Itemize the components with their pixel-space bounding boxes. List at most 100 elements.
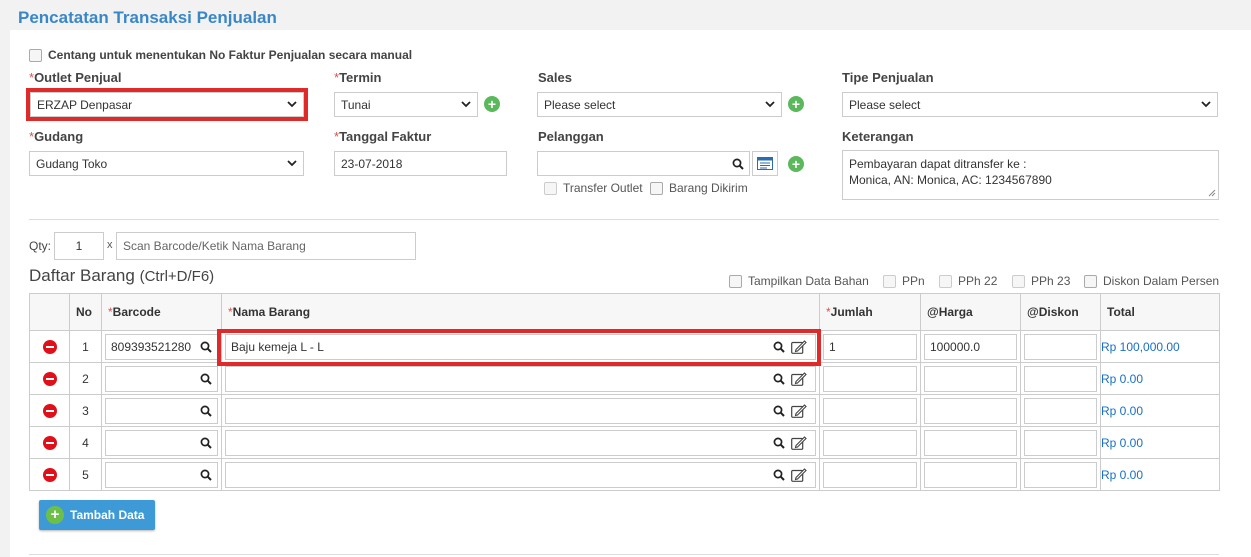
delete-cell bbox=[29, 426, 70, 459]
search-icon[interactable] bbox=[200, 437, 212, 449]
remove-row-icon[interactable] bbox=[42, 435, 57, 450]
outlet-select[interactable]: ERZAP Denpasar bbox=[30, 92, 304, 117]
diskon-cell bbox=[1020, 458, 1101, 491]
nama-barang-input[interactable] bbox=[225, 461, 816, 488]
jumlah-input[interactable] bbox=[823, 461, 917, 488]
show-bahan-row[interactable]: Tampilkan Data Bahan bbox=[729, 274, 869, 288]
sales-select[interactable]: Please select bbox=[537, 92, 782, 117]
barcode-input[interactable] bbox=[105, 397, 218, 424]
barang-dikirim-row[interactable]: Barang Dikirim bbox=[650, 181, 748, 195]
scan-barcode-input[interactable]: Scan Barcode/Ketik Nama Barang bbox=[116, 232, 416, 260]
manual-invoice-checkbox[interactable] bbox=[29, 48, 42, 62]
search-icon[interactable] bbox=[200, 469, 212, 481]
delete-cell bbox=[29, 394, 70, 427]
outlet-value: ERZAP Denpasar bbox=[37, 97, 133, 112]
pph23-row[interactable]: PPh 23 bbox=[1012, 274, 1070, 288]
pph23-checkbox[interactable] bbox=[1012, 274, 1025, 288]
nama-barang-input[interactable] bbox=[225, 365, 816, 392]
search-icon[interactable] bbox=[773, 373, 785, 385]
keterangan-textarea[interactable]: Pembayaran dapat ditransfer ke : Monica,… bbox=[842, 150, 1219, 200]
barcode-value: 809393521280 bbox=[111, 339, 192, 354]
search-icon[interactable] bbox=[200, 341, 212, 353]
diskon-persen-row[interactable]: Diskon Dalam Persen bbox=[1084, 274, 1219, 288]
barcode-input[interactable] bbox=[105, 365, 218, 392]
diskon-cell bbox=[1020, 394, 1101, 427]
ppn-row[interactable]: PPn bbox=[883, 274, 925, 288]
delete-cell bbox=[29, 458, 70, 491]
barcode-cell bbox=[101, 394, 222, 427]
edit-icon[interactable] bbox=[791, 467, 807, 482]
harga-input[interactable] bbox=[924, 461, 1017, 488]
diskon-input[interactable] bbox=[1024, 333, 1097, 360]
edit-icon[interactable] bbox=[791, 435, 807, 450]
transfer-outlet-checkbox[interactable] bbox=[544, 181, 557, 195]
harga-input[interactable]: 100000.0 bbox=[924, 333, 1017, 360]
keterangan-line-1: Pembayaran dapat ditransfer ke : bbox=[849, 157, 1027, 171]
search-icon[interactable] bbox=[200, 373, 212, 385]
edit-icon[interactable] bbox=[791, 371, 807, 386]
harga-input[interactable] bbox=[924, 429, 1017, 456]
remove-row-icon[interactable] bbox=[42, 371, 57, 386]
remove-row-icon[interactable] bbox=[42, 467, 57, 482]
diskon-input[interactable] bbox=[1024, 365, 1097, 392]
harga-value: 100000.0 bbox=[930, 339, 981, 354]
page-title: Pencatatan Transaksi Penjualan bbox=[18, 8, 277, 27]
pelanggan-input[interactable] bbox=[537, 151, 750, 176]
search-icon[interactable] bbox=[773, 437, 785, 449]
transfer-outlet-row[interactable]: Transfer Outlet bbox=[544, 181, 643, 195]
jumlah-input[interactable] bbox=[823, 397, 917, 424]
bottom-divider bbox=[29, 554, 1219, 555]
search-icon[interactable] bbox=[773, 405, 785, 417]
row-number: 5 bbox=[69, 458, 102, 491]
diskon-persen-checkbox[interactable] bbox=[1084, 274, 1097, 288]
tanggal-faktur-input[interactable]: 23-07-2018 bbox=[334, 151, 507, 176]
diskon-input[interactable] bbox=[1024, 429, 1097, 456]
add-row-button[interactable]: + Tambah Data bbox=[39, 500, 155, 530]
termin-value: Tunai bbox=[341, 97, 371, 112]
termin-select[interactable]: Tunai bbox=[334, 92, 478, 117]
search-icon[interactable] bbox=[732, 158, 744, 170]
search-icon[interactable] bbox=[773, 469, 785, 481]
remove-row-icon[interactable] bbox=[42, 403, 57, 418]
qty-input[interactable]: 1 bbox=[54, 232, 104, 260]
diskon-input[interactable] bbox=[1024, 397, 1097, 424]
nama-barang-input[interactable] bbox=[225, 397, 816, 424]
tipe-penjualan-label: Tipe Penjualan bbox=[842, 70, 934, 85]
harga-cell: 100000.0 bbox=[920, 330, 1021, 363]
tipe-penjualan-select[interactable]: Please select bbox=[842, 92, 1218, 117]
keterangan-line-2: Monica, AN: Monica, AC: 1234567890 bbox=[849, 173, 1052, 187]
harga-input[interactable] bbox=[924, 365, 1017, 392]
harga-cell bbox=[920, 362, 1021, 395]
add-sales-icon[interactable]: + bbox=[788, 96, 804, 112]
jumlah-input[interactable]: 1 bbox=[823, 333, 917, 360]
diskon-cell bbox=[1020, 330, 1101, 363]
diskon-input[interactable] bbox=[1024, 461, 1097, 488]
pph22-row[interactable]: PPh 22 bbox=[939, 274, 997, 288]
total-cell: Rp 0.00 bbox=[1100, 458, 1220, 491]
add-row-label: Tambah Data bbox=[70, 508, 145, 522]
barcode-input[interactable] bbox=[105, 429, 218, 456]
search-icon[interactable] bbox=[200, 405, 212, 417]
jumlah-input[interactable] bbox=[823, 365, 917, 392]
remove-row-icon[interactable] bbox=[42, 339, 57, 354]
customer-list-button[interactable] bbox=[752, 151, 778, 176]
add-termin-icon[interactable]: + bbox=[484, 96, 500, 112]
edit-icon[interactable] bbox=[791, 403, 807, 418]
show-bahan-checkbox[interactable] bbox=[729, 274, 742, 288]
gudang-select[interactable]: Gudang Toko bbox=[29, 151, 304, 176]
barcode-input[interactable]: 809393521280 bbox=[105, 333, 218, 360]
jumlah-input[interactable] bbox=[823, 429, 917, 456]
keterangan-label: Keterangan bbox=[842, 129, 914, 144]
resize-handle-icon[interactable] bbox=[1208, 189, 1216, 197]
barang-dikirim-checkbox[interactable] bbox=[650, 181, 663, 195]
header-harga: @Harga bbox=[920, 293, 1021, 331]
nama-barang-input[interactable] bbox=[225, 429, 816, 456]
pph22-checkbox[interactable] bbox=[939, 274, 952, 288]
barcode-cell: 809393521280 bbox=[101, 330, 222, 363]
harga-input[interactable] bbox=[924, 397, 1017, 424]
barcode-input[interactable] bbox=[105, 461, 218, 488]
header-no: No bbox=[69, 293, 102, 331]
ppn-checkbox[interactable] bbox=[883, 274, 896, 288]
manual-invoice-row[interactable]: Centang untuk menentukan No Faktur Penju… bbox=[29, 48, 412, 62]
add-pelanggan-icon[interactable]: + bbox=[788, 156, 804, 172]
